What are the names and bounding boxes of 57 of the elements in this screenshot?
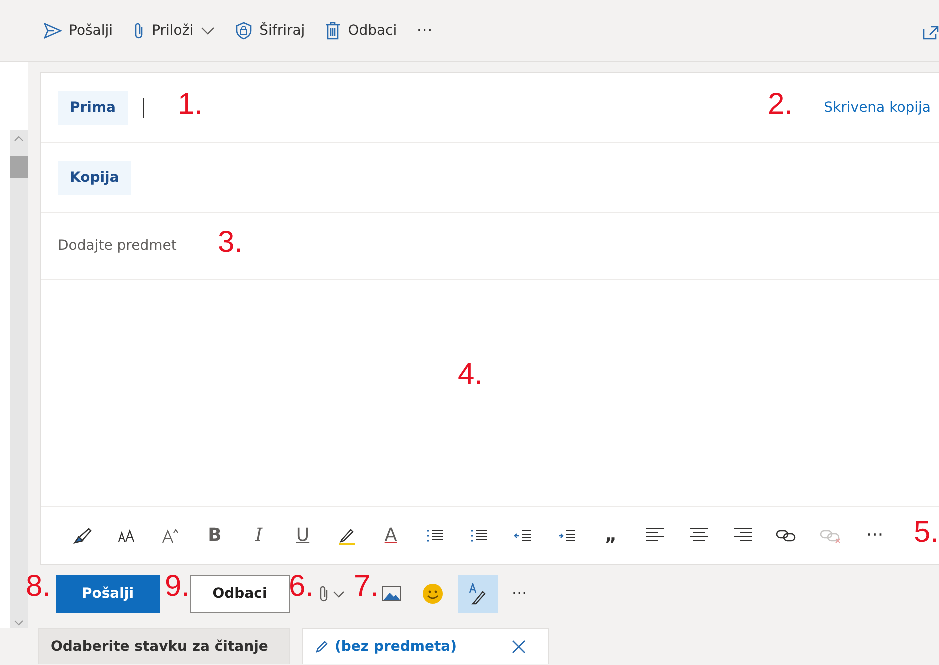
tab-label: Odaberite stavku za čitanje: [51, 638, 268, 654]
outdent-icon: [514, 530, 532, 542]
fontcolor-button[interactable]: A: [369, 518, 413, 552]
link-icon: [776, 528, 798, 544]
text-cursor: [143, 98, 144, 118]
unlink-icon: [820, 528, 842, 544]
annotation-number: 9.: [165, 572, 190, 602]
font-size-icon: [118, 528, 136, 542]
shield-icon: [234, 22, 253, 40]
more-button[interactable]: ···: [409, 16, 442, 44]
annotation-number: 7.: [354, 572, 380, 602]
cc-button[interactable]: Kopija: [58, 160, 132, 194]
pop-out-icon[interactable]: [923, 26, 939, 40]
send-button[interactable]: Pošalji: [36, 16, 122, 44]
tab[interactable]: Odaberite stavku za čitanje: [38, 628, 290, 664]
annotation-number: 6.: [289, 572, 314, 602]
more-button[interactable]: ···: [853, 518, 897, 552]
text-pen-icon: [468, 582, 488, 604]
encrypt-button[interactable]: Šifriraj: [226, 16, 314, 46]
grow-font-icon: [162, 528, 180, 544]
bullet-list-icon: [426, 528, 444, 542]
annotation-number: 1.: [178, 90, 204, 120]
paperclip-icon: [133, 22, 146, 40]
bcc-link[interactable]: Skrivena kopija: [824, 100, 931, 116]
chevron-down-icon: [200, 26, 215, 34]
brush-icon: [73, 526, 93, 544]
bold-button[interactable]: B: [193, 518, 237, 552]
align-right-icon: [733, 528, 753, 544]
trash-icon: [325, 22, 342, 40]
image-icon: [382, 586, 402, 602]
indent-icon: [558, 530, 576, 542]
pencil-icon: [315, 640, 329, 654]
align-center-icon: [689, 528, 709, 544]
annotation-number: 8.: [26, 572, 52, 602]
tab-label: (bez predmeta): [335, 638, 458, 654]
align-left-icon: [645, 528, 665, 544]
highlighter-icon: [338, 526, 356, 544]
format-button[interactable]: [458, 574, 498, 612]
annotation-number: 4.: [458, 360, 484, 390]
numbered-list-icon: [470, 528, 488, 542]
attach-button[interactable]: Priloži: [125, 16, 223, 46]
discard-button[interactable]: Odbaci: [190, 574, 290, 612]
annotation-number: 2.: [768, 90, 794, 120]
italic-button[interactable]: I: [237, 518, 281, 552]
scrollbar[interactable]: [10, 130, 28, 628]
underline-button[interactable]: U: [281, 518, 325, 552]
send-button[interactable]: Pošalji: [56, 574, 160, 612]
discard-button[interactable]: Odbaci: [317, 16, 406, 46]
more-button[interactable]: ···: [506, 574, 534, 612]
quote-button[interactable]: „: [589, 518, 633, 552]
smiley-icon: [422, 582, 444, 604]
annotation-number: 5.: [914, 518, 939, 548]
send-icon: [44, 22, 62, 38]
tab[interactable]: (bez predmeta): [302, 628, 549, 664]
close-icon[interactable]: [512, 640, 526, 654]
to-button[interactable]: Prima: [58, 90, 128, 124]
scroll-thumb[interactable]: [10, 156, 28, 178]
